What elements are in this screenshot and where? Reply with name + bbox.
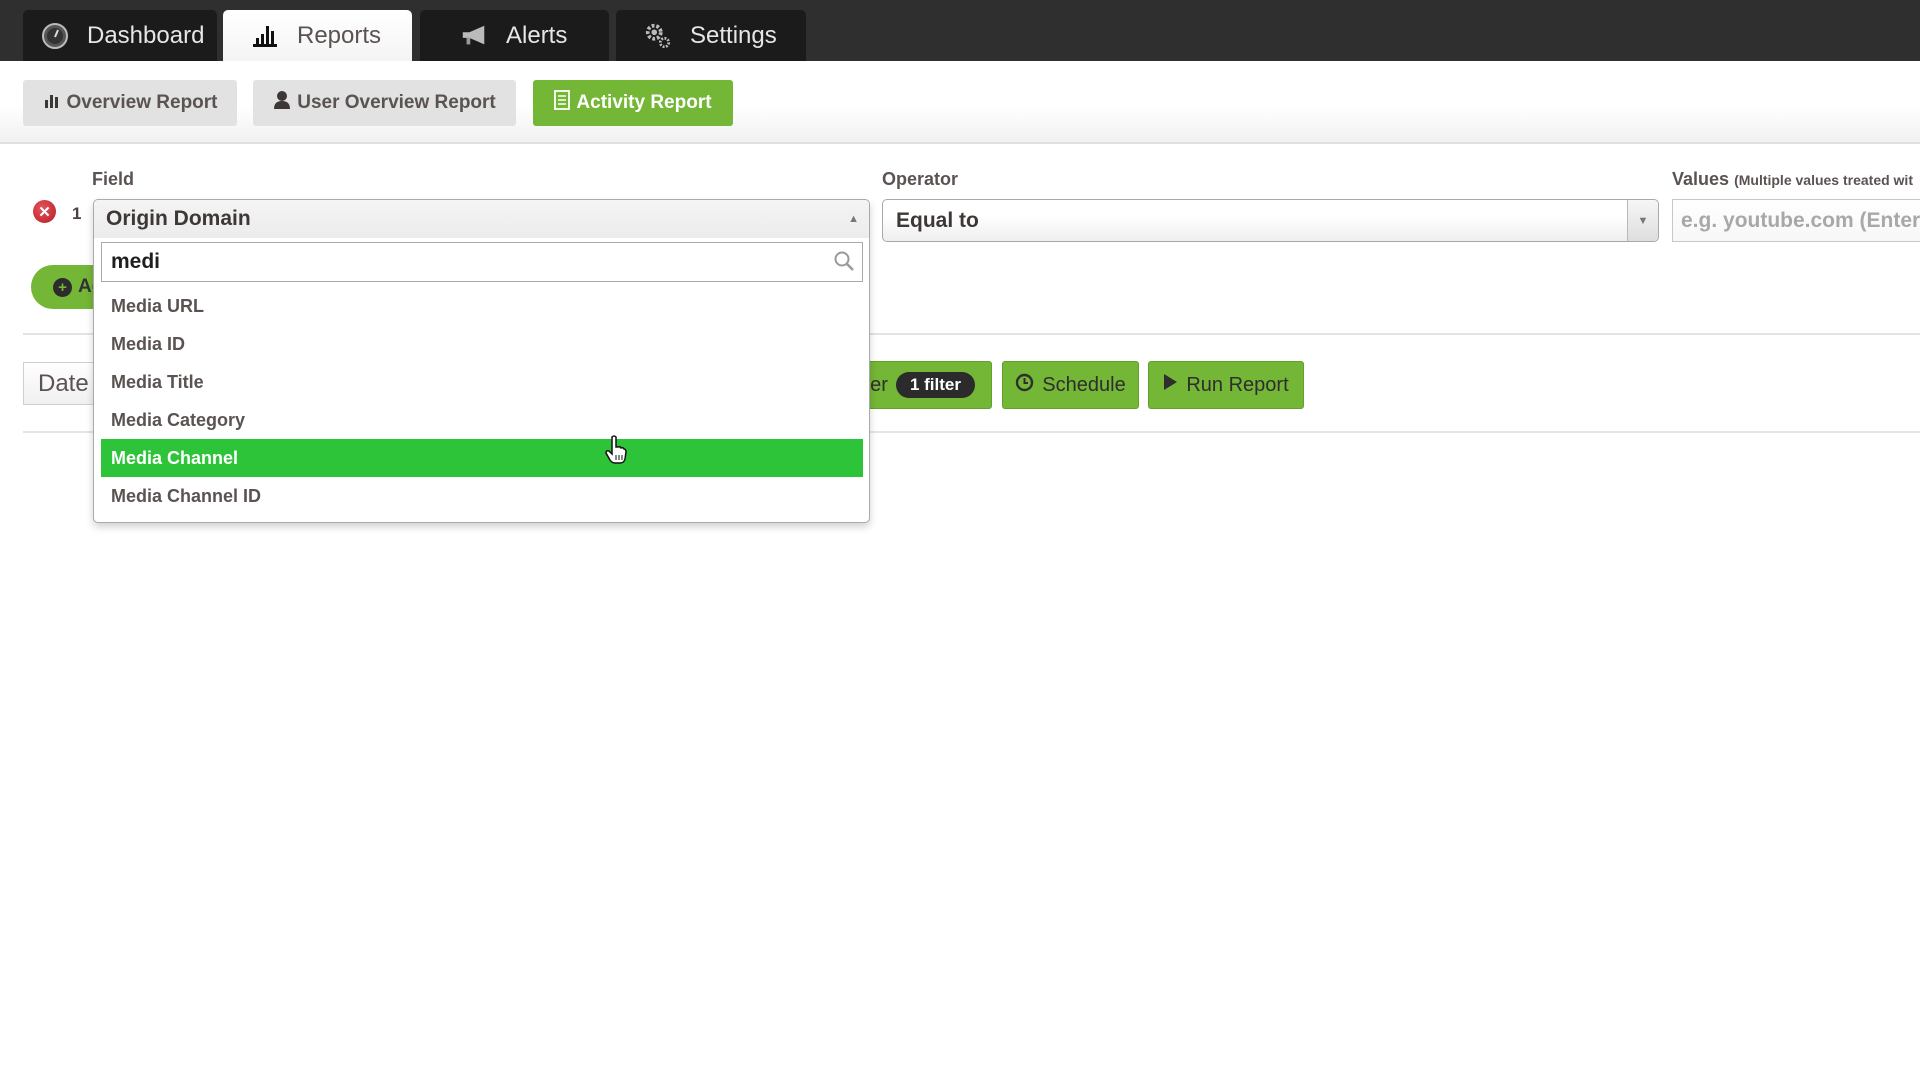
option-label: Media Category xyxy=(111,409,246,430)
hand-cursor-icon xyxy=(605,435,627,465)
schedule-label: Schedule xyxy=(1042,373,1126,396)
tab-label: Alerts xyxy=(506,21,568,49)
option-label: Media URL xyxy=(111,295,205,316)
values-input[interactable] xyxy=(1672,199,1920,242)
filter-count-badge: 1 filter xyxy=(895,372,975,398)
list-document-icon xyxy=(554,90,571,116)
bar-chart-icon xyxy=(43,91,61,115)
option-media-category[interactable]: Media Category xyxy=(101,401,863,439)
tab-settings[interactable]: Settings xyxy=(616,10,806,61)
operator-value: Equal to xyxy=(896,208,979,232)
schedule-button[interactable]: Schedule xyxy=(1002,361,1139,409)
option-label: Media Channel xyxy=(111,447,239,468)
run-label: Run Report xyxy=(1186,373,1289,396)
field-value: Origin Domain xyxy=(106,207,251,230)
report-type-bar: Overview Report User Overview Report Act… xyxy=(0,61,1920,144)
top-nav-bar: Dashboard Reports Alerts Settings xyxy=(0,0,1920,61)
tab-label: Dashboard xyxy=(87,21,205,49)
chevron-up-icon[interactable]: ▲ xyxy=(848,213,859,225)
field-options-list: Media URL Media ID Media Title Media Cat… xyxy=(101,287,863,515)
tab-label: Reports xyxy=(297,21,382,49)
activity-report-button[interactable]: Activity Report xyxy=(533,80,733,126)
run-report-button[interactable]: Run Report xyxy=(1148,361,1304,409)
field-select[interactable]: Origin Domain ▲ xyxy=(94,200,869,238)
option-label: Media Channel ID xyxy=(111,485,262,506)
filter-row-number: 1 xyxy=(72,204,82,223)
user-overview-report-button[interactable]: User Overview Report xyxy=(253,80,516,126)
values-label: Values (Multiple values treated wit xyxy=(1672,169,1913,190)
remove-filter-icon[interactable]: ✕ xyxy=(33,200,56,223)
field-select-dropdown[interactable]: Origin Domain ▲ Media URL Media ID Media… xyxy=(93,199,870,523)
values-label-text: Values xyxy=(1672,169,1730,189)
button-label: Overview Report xyxy=(66,92,218,113)
date-label: Date xyxy=(38,369,89,397)
tab-label: Settings xyxy=(690,21,777,49)
values-note: (Multiple values treated wit xyxy=(1734,172,1913,188)
plus-circle-icon: + xyxy=(53,277,72,297)
operator-label: Operator xyxy=(882,169,959,189)
megaphone-icon xyxy=(460,22,488,50)
option-label: Media ID xyxy=(111,333,186,354)
play-icon xyxy=(1163,373,1178,397)
tab-alerts[interactable]: Alerts xyxy=(420,10,609,61)
user-icon xyxy=(273,90,291,116)
button-label: Activity Report xyxy=(576,92,712,113)
tab-reports[interactable]: Reports xyxy=(223,10,412,61)
option-media-title[interactable]: Media Title xyxy=(101,363,863,401)
chevron-down-icon[interactable]: ▼ xyxy=(1627,200,1658,241)
overview-report-button[interactable]: Overview Report xyxy=(23,80,237,126)
option-media-id[interactable]: Media ID xyxy=(101,325,863,363)
search-icon xyxy=(833,250,855,272)
option-media-channel[interactable]: Media Channel xyxy=(101,439,863,477)
speedometer-icon xyxy=(41,22,69,50)
tab-dashboard[interactable]: Dashboard xyxy=(23,10,217,61)
button-label: User Overview Report xyxy=(297,92,496,113)
operator-select[interactable]: Equal to ▼ xyxy=(882,199,1659,242)
clock-icon xyxy=(1015,373,1034,398)
field-search-input[interactable] xyxy=(101,242,863,282)
field-label: Field xyxy=(92,169,135,189)
bar-chart-icon xyxy=(251,22,279,50)
option-media-channel-id[interactable]: Media Channel ID xyxy=(101,477,863,515)
option-media-url[interactable]: Media URL xyxy=(101,287,863,325)
option-label: Media Title xyxy=(111,371,204,392)
gears-icon xyxy=(644,22,672,50)
